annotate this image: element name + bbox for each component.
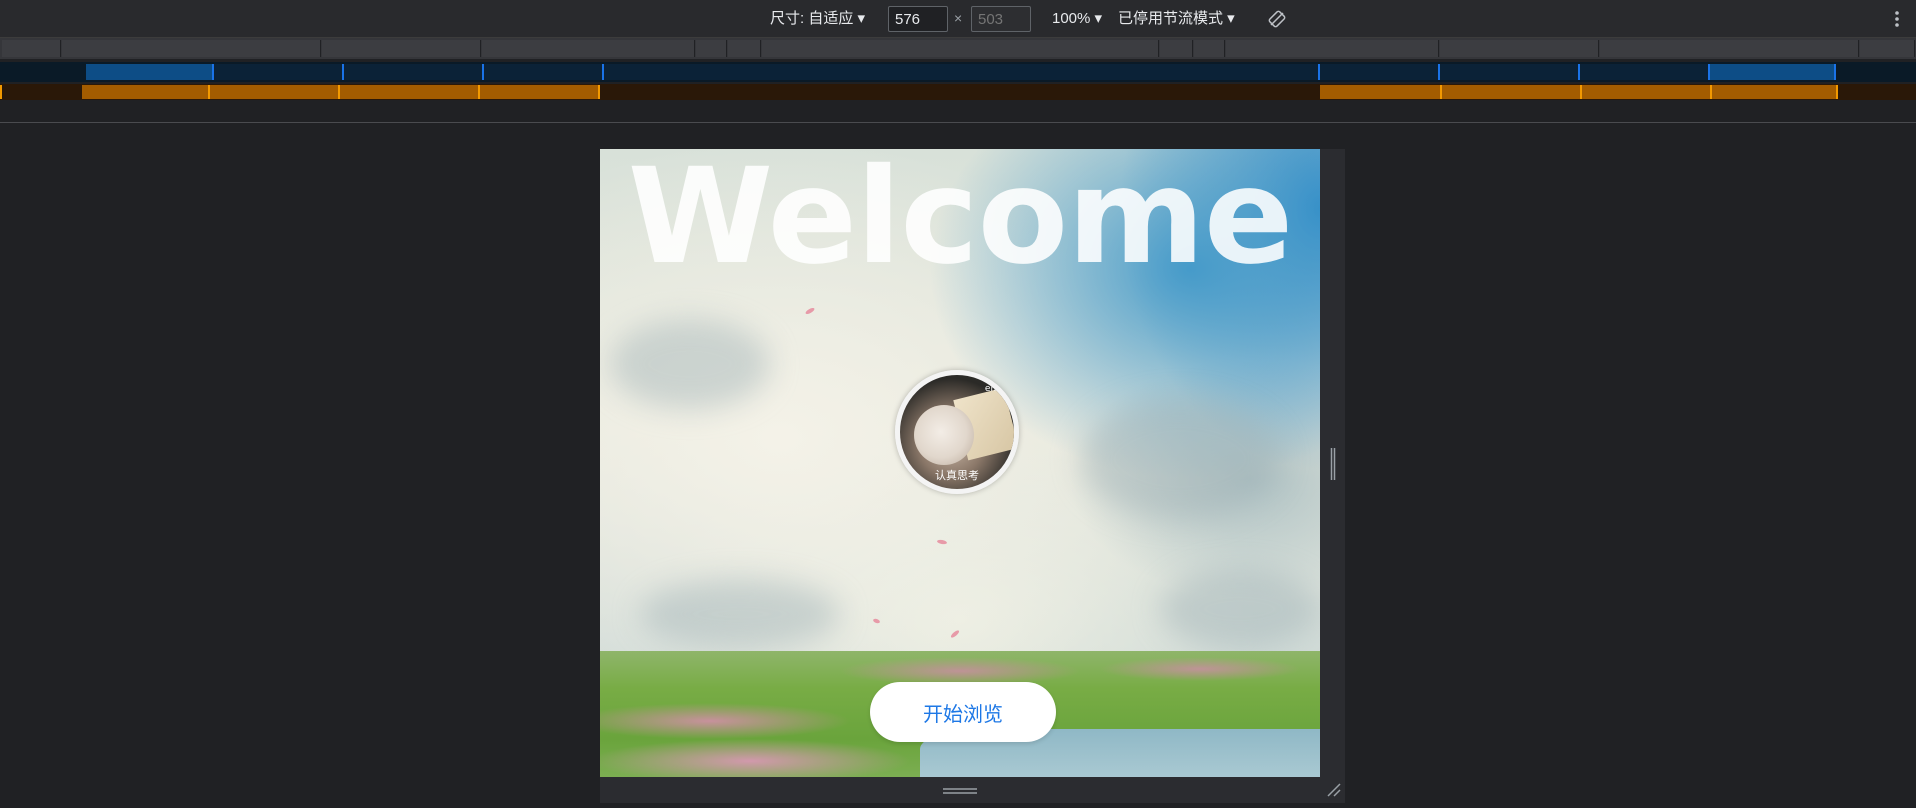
media-segment[interactable]	[1600, 40, 1859, 57]
media-segment[interactable]	[1712, 85, 1838, 99]
width-input[interactable]	[888, 6, 948, 32]
media-segment[interactable]	[210, 85, 340, 99]
media-segment[interactable]	[696, 40, 727, 57]
resize-handle-right[interactable]	[1330, 448, 1336, 480]
media-segment[interactable]	[1194, 40, 1225, 57]
throttle-select[interactable]: 已停用节流模式 ▾	[1118, 0, 1235, 37]
media-segment[interactable]	[2, 40, 61, 57]
media-segment[interactable]	[482, 40, 695, 57]
start-browsing-button[interactable]: 开始浏览	[870, 682, 1056, 742]
more-vertical-icon[interactable]	[1890, 8, 1904, 30]
media-segment[interactable]	[480, 85, 600, 99]
media-segment[interactable]	[214, 64, 344, 80]
cloud	[610, 319, 770, 409]
avatar-hamster	[914, 405, 974, 465]
media-segment[interactable]	[340, 85, 480, 99]
media-segment[interactable]	[82, 85, 210, 99]
media-segment[interactable]	[484, 64, 604, 80]
media-segment[interactable]	[1160, 40, 1193, 57]
media-segment[interactable]	[1442, 85, 1582, 99]
media-segment[interactable]	[1710, 64, 1836, 80]
avatar[interactable]: emm 认真思考	[895, 370, 1019, 494]
device-viewport: Welcome emm 认真思考 开始浏览	[600, 149, 1320, 777]
media-segment[interactable]	[1582, 85, 1712, 99]
zoom-select[interactable]: 100% ▾	[1052, 0, 1102, 37]
cloud	[640, 579, 840, 649]
rotate-icon[interactable]	[1267, 9, 1287, 29]
resize-handle-corner[interactable]	[1326, 782, 1342, 798]
media-segment[interactable]	[604, 64, 1320, 80]
avatar-caption-top: emm	[984, 384, 1008, 394]
media-query-bar-gray	[0, 38, 1916, 59]
avatar-caption-bottom: 认真思考	[935, 469, 979, 482]
media-segment[interactable]	[1860, 40, 1915, 57]
toolbar-divider	[0, 122, 1916, 123]
resize-handle-bottom[interactable]	[943, 787, 977, 795]
media-segment[interactable]	[62, 40, 321, 57]
height-input[interactable]	[971, 6, 1031, 32]
media-segment[interactable]	[1320, 85, 1442, 99]
welcome-heading: Welcome	[627, 149, 1294, 294]
media-segment[interactable]	[1226, 40, 1439, 57]
media-segment[interactable]	[762, 40, 1159, 57]
media-segment[interactable]	[1440, 64, 1580, 80]
media-segment[interactable]	[86, 64, 214, 80]
media-segment[interactable]	[1440, 40, 1599, 57]
cloud	[1160, 569, 1320, 649]
device-toolbar: 尺寸: 自适应 ▾ × 100% ▾ 已停用节流模式 ▾	[0, 0, 1916, 38]
media-segment[interactable]	[344, 64, 484, 80]
media-segment[interactable]	[728, 40, 761, 57]
cloud	[1080, 399, 1280, 519]
media-query-bar-orange	[0, 84, 1916, 100]
media-segment[interactable]	[1320, 64, 1440, 80]
dimension-separator: ×	[954, 10, 963, 26]
dimensions-select[interactable]: 尺寸: 自适应 ▾	[770, 0, 865, 37]
media-segment[interactable]	[322, 40, 481, 57]
media-segment[interactable]	[0, 85, 2, 99]
media-segment[interactable]	[1580, 64, 1710, 80]
media-query-bar-blue	[0, 62, 1916, 82]
